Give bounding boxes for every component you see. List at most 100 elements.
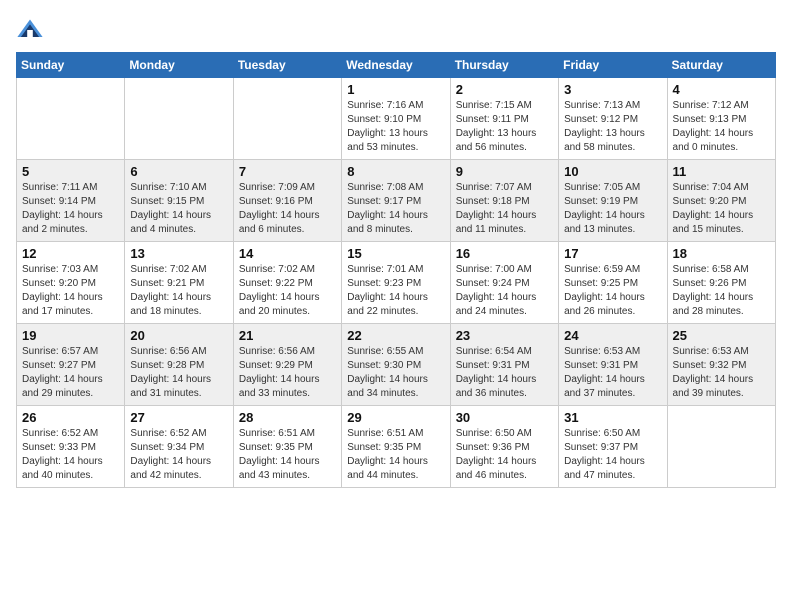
day-number: 26 bbox=[22, 410, 119, 425]
day-number: 13 bbox=[130, 246, 227, 261]
day-info: Sunrise: 7:00 AM Sunset: 9:24 PM Dayligh… bbox=[456, 263, 553, 319]
calendar-cell: 19 Sunrise: 6:57 AM Sunset: 9:27 PM Dayli… bbox=[17, 324, 125, 406]
calendar-cell: 18 Sunrise: 6:58 AM Sunset: 9:26 PM Dayli… bbox=[667, 242, 775, 324]
day-number: 7 bbox=[239, 164, 336, 179]
logo-icon bbox=[16, 16, 44, 44]
calendar-cell: 12 Sunrise: 7:03 AM Sunset: 9:20 PM Dayli… bbox=[17, 242, 125, 324]
day-info: Sunrise: 6:58 AM Sunset: 9:26 PM Dayligh… bbox=[673, 263, 770, 319]
calendar-cell: 2Sunrise: 7:15 AM Sunset: 9:11 PM Daylig… bbox=[450, 78, 558, 160]
calendar-cell: 29 Sunrise: 6:51 AM Sunset: 9:35 PM Dayli… bbox=[342, 406, 450, 488]
weekday-header-tuesday: Tuesday bbox=[233, 53, 341, 78]
calendar-cell: 11Sunrise: 7:04 AM Sunset: 9:20 PM Dayli… bbox=[667, 160, 775, 242]
day-number: 20 bbox=[130, 328, 227, 343]
day-info: Sunrise: 6:52 AM Sunset: 9:33 PM Dayligh… bbox=[22, 427, 119, 483]
calendar-cell: 21Sunrise: 6:56 AM Sunset: 9:29 PM Dayli… bbox=[233, 324, 341, 406]
weekday-header-saturday: Saturday bbox=[667, 53, 775, 78]
day-number: 4 bbox=[673, 82, 770, 97]
calendar-cell bbox=[125, 78, 233, 160]
weekday-header-thursday: Thursday bbox=[450, 53, 558, 78]
calendar-table: SundayMondayTuesdayWednesdayThursdayFrid… bbox=[16, 52, 776, 488]
calendar-week-row: 19 Sunrise: 6:57 AM Sunset: 9:27 PM Dayli… bbox=[17, 324, 776, 406]
day-info: Sunrise: 7:01 AM Sunset: 9:23 PM Dayligh… bbox=[347, 263, 444, 319]
logo bbox=[16, 16, 46, 44]
calendar-cell bbox=[17, 78, 125, 160]
day-info: Sunrise: 7:05 AM Sunset: 9:19 PM Dayligh… bbox=[564, 181, 661, 237]
weekday-header-row: SundayMondayTuesdayWednesdayThursdayFrid… bbox=[17, 53, 776, 78]
day-info: Sunrise: 6:56 AM Sunset: 9:29 PM Dayligh… bbox=[239, 345, 336, 401]
calendar-cell: 23Sunrise: 6:54 AM Sunset: 9:31 PM Dayli… bbox=[450, 324, 558, 406]
day-number: 19 bbox=[22, 328, 119, 343]
day-info: Sunrise: 6:59 AM Sunset: 9:25 PM Dayligh… bbox=[564, 263, 661, 319]
calendar-cell: 31 Sunrise: 6:50 AM Sunset: 9:37 PM Dayli… bbox=[559, 406, 667, 488]
day-info: Sunrise: 6:57 AM Sunset: 9:27 PM Dayligh… bbox=[22, 345, 119, 401]
day-info: Sunrise: 7:12 AM Sunset: 9:13 PM Dayligh… bbox=[673, 99, 770, 155]
calendar-week-row: 5 Sunrise: 7:11 AM Sunset: 9:14 PM Daylig… bbox=[17, 160, 776, 242]
day-info: Sunrise: 7:08 AM Sunset: 9:17 PM Dayligh… bbox=[347, 181, 444, 237]
day-number: 24 bbox=[564, 328, 661, 343]
calendar-cell: 16 Sunrise: 7:00 AM Sunset: 9:24 PM Dayli… bbox=[450, 242, 558, 324]
day-number: 31 bbox=[564, 410, 661, 425]
day-number: 29 bbox=[347, 410, 444, 425]
day-number: 1 bbox=[347, 82, 444, 97]
day-number: 9 bbox=[456, 164, 553, 179]
day-number: 16 bbox=[456, 246, 553, 261]
day-number: 11 bbox=[673, 164, 770, 179]
day-info: Sunrise: 7:03 AM Sunset: 9:20 PM Dayligh… bbox=[22, 263, 119, 319]
day-number: 18 bbox=[673, 246, 770, 261]
weekday-header-friday: Friday bbox=[559, 53, 667, 78]
day-info: Sunrise: 7:15 AM Sunset: 9:11 PM Dayligh… bbox=[456, 99, 553, 155]
day-number: 30 bbox=[456, 410, 553, 425]
calendar-week-row: 12 Sunrise: 7:03 AM Sunset: 9:20 PM Dayli… bbox=[17, 242, 776, 324]
calendar-cell: 3Sunrise: 7:13 AM Sunset: 9:12 PM Daylig… bbox=[559, 78, 667, 160]
page-header bbox=[16, 16, 776, 44]
day-info: Sunrise: 7:09 AM Sunset: 9:16 PM Dayligh… bbox=[239, 181, 336, 237]
calendar-cell: 26 Sunrise: 6:52 AM Sunset: 9:33 PM Dayli… bbox=[17, 406, 125, 488]
calendar-cell: 6 Sunrise: 7:10 AM Sunset: 9:15 PM Daylig… bbox=[125, 160, 233, 242]
calendar-cell bbox=[233, 78, 341, 160]
calendar-cell: 22Sunrise: 6:55 AM Sunset: 9:30 PM Dayli… bbox=[342, 324, 450, 406]
calendar-cell: 5 Sunrise: 7:11 AM Sunset: 9:14 PM Daylig… bbox=[17, 160, 125, 242]
day-info: Sunrise: 7:10 AM Sunset: 9:15 PM Dayligh… bbox=[130, 181, 227, 237]
calendar-week-row: 26 Sunrise: 6:52 AM Sunset: 9:33 PM Dayli… bbox=[17, 406, 776, 488]
calendar-cell: 9 Sunrise: 7:07 AM Sunset: 9:18 PM Daylig… bbox=[450, 160, 558, 242]
day-number: 22 bbox=[347, 328, 444, 343]
calendar-cell: 8 Sunrise: 7:08 AM Sunset: 9:17 PM Daylig… bbox=[342, 160, 450, 242]
day-info: Sunrise: 7:02 AM Sunset: 9:22 PM Dayligh… bbox=[239, 263, 336, 319]
day-number: 6 bbox=[130, 164, 227, 179]
weekday-header-monday: Monday bbox=[125, 53, 233, 78]
calendar-cell: 17 Sunrise: 6:59 AM Sunset: 9:25 PM Dayli… bbox=[559, 242, 667, 324]
day-number: 5 bbox=[22, 164, 119, 179]
calendar-cell: 7 Sunrise: 7:09 AM Sunset: 9:16 PM Daylig… bbox=[233, 160, 341, 242]
calendar-cell: 24 Sunrise: 6:53 AM Sunset: 9:31 PM Dayli… bbox=[559, 324, 667, 406]
weekday-header-wednesday: Wednesday bbox=[342, 53, 450, 78]
calendar-cell: 1 Sunrise: 7:16 AM Sunset: 9:10 PM Daylig… bbox=[342, 78, 450, 160]
day-info: Sunrise: 6:51 AM Sunset: 9:35 PM Dayligh… bbox=[239, 427, 336, 483]
calendar-cell: 4 Sunrise: 7:12 AM Sunset: 9:13 PM Daylig… bbox=[667, 78, 775, 160]
day-number: 17 bbox=[564, 246, 661, 261]
day-number: 14 bbox=[239, 246, 336, 261]
calendar-cell: 28 Sunrise: 6:51 AM Sunset: 9:35 PM Dayli… bbox=[233, 406, 341, 488]
day-info: Sunrise: 6:50 AM Sunset: 9:37 PM Dayligh… bbox=[564, 427, 661, 483]
day-number: 27 bbox=[130, 410, 227, 425]
day-info: Sunrise: 6:53 AM Sunset: 9:31 PM Dayligh… bbox=[564, 345, 661, 401]
day-number: 15 bbox=[347, 246, 444, 261]
calendar-cell: 15 Sunrise: 7:01 AM Sunset: 9:23 PM Dayli… bbox=[342, 242, 450, 324]
calendar-cell: 25 Sunrise: 6:53 AM Sunset: 9:32 PM Dayli… bbox=[667, 324, 775, 406]
weekday-header-sunday: Sunday bbox=[17, 53, 125, 78]
calendar-cell: 13Sunrise: 7:02 AM Sunset: 9:21 PM Dayli… bbox=[125, 242, 233, 324]
day-number: 8 bbox=[347, 164, 444, 179]
day-info: Sunrise: 7:07 AM Sunset: 9:18 PM Dayligh… bbox=[456, 181, 553, 237]
day-info: Sunrise: 7:11 AM Sunset: 9:14 PM Dayligh… bbox=[22, 181, 119, 237]
day-number: 23 bbox=[456, 328, 553, 343]
day-number: 25 bbox=[673, 328, 770, 343]
calendar-cell: 10Sunrise: 7:05 AM Sunset: 9:19 PM Dayli… bbox=[559, 160, 667, 242]
day-info: Sunrise: 6:50 AM Sunset: 9:36 PM Dayligh… bbox=[456, 427, 553, 483]
calendar-cell: 27 Sunrise: 6:52 AM Sunset: 9:34 PM Dayli… bbox=[125, 406, 233, 488]
day-number: 28 bbox=[239, 410, 336, 425]
day-info: Sunrise: 6:53 AM Sunset: 9:32 PM Dayligh… bbox=[673, 345, 770, 401]
day-info: Sunrise: 6:51 AM Sunset: 9:35 PM Dayligh… bbox=[347, 427, 444, 483]
day-info: Sunrise: 6:52 AM Sunset: 9:34 PM Dayligh… bbox=[130, 427, 227, 483]
day-info: Sunrise: 7:16 AM Sunset: 9:10 PM Dayligh… bbox=[347, 99, 444, 155]
day-number: 12 bbox=[22, 246, 119, 261]
calendar-cell: 14 Sunrise: 7:02 AM Sunset: 9:22 PM Dayli… bbox=[233, 242, 341, 324]
